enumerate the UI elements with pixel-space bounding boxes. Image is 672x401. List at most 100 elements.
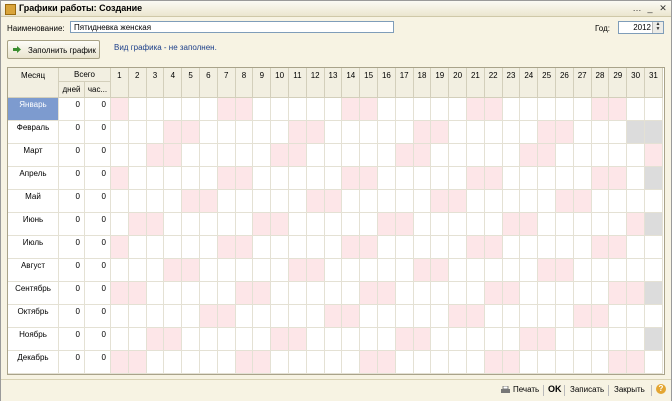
day-cell[interactable] [271, 351, 289, 374]
day-header[interactable]: 3 [146, 68, 165, 98]
day-cell[interactable] [360, 236, 378, 259]
day-cell[interactable] [324, 236, 343, 259]
day-cell[interactable] [289, 282, 307, 305]
day-header[interactable]: 22 [484, 68, 503, 98]
day-cell[interactable] [378, 144, 396, 167]
day-cell[interactable] [467, 213, 485, 236]
day-cell[interactable] [200, 328, 218, 351]
day-cell[interactable] [538, 236, 556, 259]
day-cell[interactable] [271, 213, 289, 236]
day-cell[interactable] [200, 144, 218, 167]
day-cell[interactable] [431, 190, 450, 213]
day-cell[interactable] [289, 98, 307, 121]
day-cell[interactable] [200, 167, 218, 190]
day-cell[interactable] [360, 213, 378, 236]
day-cell[interactable] [146, 236, 165, 259]
day-cell[interactable] [342, 167, 361, 190]
day-cell[interactable] [182, 144, 200, 167]
day-cell[interactable] [449, 98, 467, 121]
day-cell[interactable] [271, 305, 289, 328]
day-cell[interactable] [467, 259, 485, 282]
day-cell[interactable] [484, 144, 503, 167]
day-cell[interactable] [235, 167, 254, 190]
day-cell[interactable] [164, 328, 183, 351]
day-cell[interactable] [431, 328, 450, 351]
day-cell[interactable] [253, 328, 272, 351]
day-cell[interactable] [449, 305, 467, 328]
day-cell[interactable] [484, 236, 503, 259]
day-cell[interactable] [520, 167, 539, 190]
day-cell[interactable] [164, 282, 183, 305]
day-cell[interactable] [324, 213, 343, 236]
day-cell[interactable] [467, 167, 485, 190]
day-cell[interactable] [645, 351, 663, 374]
hours-count[interactable]: 0 [85, 305, 111, 328]
day-cell[interactable] [609, 213, 628, 236]
day-cell[interactable] [609, 305, 628, 328]
day-header[interactable]: 12 [306, 68, 325, 98]
day-cell[interactable] [449, 213, 467, 236]
day-cell[interactable] [627, 328, 645, 351]
day-cell[interactable] [627, 305, 645, 328]
day-cell[interactable] [289, 213, 307, 236]
month-cell[interactable]: Февраль [8, 121, 59, 144]
day-header[interactable]: 7 [217, 68, 236, 98]
day-cell[interactable] [573, 282, 592, 305]
day-cell[interactable] [609, 328, 628, 351]
day-cell[interactable] [449, 282, 467, 305]
day-cell[interactable] [378, 190, 396, 213]
day-cell[interactable] [306, 190, 325, 213]
day-cell[interactable] [306, 305, 325, 328]
day-cell[interactable] [556, 328, 574, 351]
day-cell[interactable] [395, 282, 414, 305]
day-cell[interactable] [556, 213, 574, 236]
day-cell[interactable] [111, 305, 129, 328]
day-cell[interactable] [609, 167, 628, 190]
month-cell[interactable]: Декабрь [8, 351, 59, 374]
day-cell[interactable] [306, 282, 325, 305]
hours-count[interactable]: 0 [85, 282, 111, 305]
day-cell[interactable] [235, 259, 254, 282]
day-cell[interactable] [645, 305, 663, 328]
day-cell[interactable] [538, 144, 556, 167]
day-cell[interactable] [289, 259, 307, 282]
day-cell[interactable] [591, 305, 610, 328]
day-cell[interactable] [289, 121, 307, 144]
ok-button[interactable]: OK [548, 384, 562, 394]
days-header[interactable]: дней [59, 82, 85, 98]
day-cell[interactable] [431, 98, 450, 121]
day-cell[interactable] [306, 213, 325, 236]
day-cell[interactable] [502, 144, 521, 167]
day-cell[interactable] [627, 144, 645, 167]
day-header[interactable]: 17 [395, 68, 414, 98]
day-cell[interactable] [182, 167, 200, 190]
day-cell[interactable] [146, 328, 165, 351]
month-cell[interactable]: Январь [8, 98, 59, 121]
day-cell[interactable] [324, 259, 343, 282]
day-cell[interactable] [164, 236, 183, 259]
day-cell[interactable] [271, 144, 289, 167]
day-cell[interactable] [342, 282, 361, 305]
day-cell[interactable] [111, 144, 129, 167]
days-count[interactable]: 0 [59, 282, 85, 305]
day-cell[interactable] [342, 351, 361, 374]
hours-count[interactable]: 0 [85, 121, 111, 144]
day-cell[interactable] [200, 190, 218, 213]
day-cell[interactable] [342, 98, 361, 121]
day-cell[interactable] [520, 305, 539, 328]
day-cell[interactable] [324, 328, 343, 351]
day-cell[interactable] [324, 282, 343, 305]
day-cell[interactable] [235, 121, 254, 144]
day-cell[interactable] [609, 259, 628, 282]
day-cell[interactable] [111, 328, 129, 351]
day-cell[interactable] [182, 236, 200, 259]
day-cell[interactable] [395, 236, 414, 259]
day-cell[interactable] [645, 144, 663, 167]
day-cell[interactable] [538, 328, 556, 351]
day-cell[interactable] [217, 282, 236, 305]
day-cell[interactable] [395, 305, 414, 328]
day-cell[interactable] [573, 98, 592, 121]
days-count[interactable]: 0 [59, 213, 85, 236]
day-cell[interactable] [164, 190, 183, 213]
help-icon[interactable]: ? [656, 384, 666, 394]
